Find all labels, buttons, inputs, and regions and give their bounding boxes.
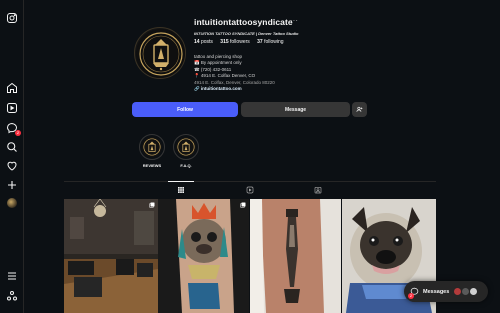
messages-label: Messages	[423, 288, 450, 295]
post-tile-studio-interior[interactable]	[64, 199, 158, 313]
post-tile-dog-tattoo-leg[interactable]	[158, 199, 249, 313]
message-avatar	[469, 287, 478, 296]
instagram-logo-icon[interactable]	[6, 12, 18, 24]
left-nav-rail: 2	[0, 0, 24, 313]
meta-apps-icon[interactable]	[6, 290, 18, 302]
profile-username: intuitiontattoosyndicate	[194, 17, 293, 27]
highlight-label: REVIEWS	[142, 163, 162, 168]
highlight-faq-cover	[173, 134, 199, 160]
direct-messages-icon[interactable]: 2	[6, 122, 21, 136]
carousel-icon	[149, 202, 155, 208]
tab-tagged-icon[interactable]	[314, 186, 322, 194]
post-tile-forearm-figure-tattoo[interactable]	[250, 199, 341, 313]
messages-badge: 2	[408, 293, 414, 299]
profile-bio: tattoo and piercing shop 📅 By appointmen…	[194, 54, 275, 92]
profile-display-name: INTUITION TATTOO SYNDICATE | Denver Tatt…	[194, 31, 299, 36]
heart-icon[interactable]	[6, 160, 18, 172]
tabs-divider	[64, 181, 436, 182]
carousel-icon	[240, 202, 246, 208]
add-person-icon	[356, 106, 363, 112]
following-stat[interactable]: 37 following	[257, 39, 283, 45]
suggested-accounts-button[interactable]	[352, 102, 367, 117]
tab-reels-icon[interactable]	[246, 186, 254, 194]
messenger-icon: 2	[408, 287, 419, 299]
direct-messages-badge: 2	[15, 130, 21, 136]
highlight-reviews[interactable]: REVIEWS	[138, 134, 166, 168]
create-plus-icon[interactable]	[6, 179, 18, 191]
profile-avatar-icon[interactable]	[7, 198, 17, 208]
home-icon[interactable]	[6, 82, 18, 94]
search-icon[interactable]	[6, 141, 18, 153]
profile-picture[interactable]	[134, 27, 186, 79]
highlight-faq[interactable]: F.A.Q.	[172, 134, 200, 168]
messages-pill[interactable]: 2 Messages	[404, 281, 488, 302]
profile-website-link[interactable]: 🔗 intuitiontattoo.com	[194, 86, 275, 92]
follow-button[interactable]: Follow	[132, 102, 238, 117]
profile-stats: 14 posts 315 followers 37 following	[194, 39, 290, 45]
reels-icon[interactable]	[6, 102, 18, 114]
highlight-reviews-cover	[139, 134, 165, 160]
message-button[interactable]: Message	[241, 102, 350, 117]
highlight-label: F.A.Q.	[180, 163, 192, 168]
menu-hamburger-icon[interactable]	[6, 270, 18, 282]
tab-posts-grid-icon[interactable]	[177, 186, 185, 194]
active-tab-indicator	[168, 181, 194, 182]
posts-stat: 14 posts	[194, 39, 213, 45]
more-options-button[interactable]: ···	[290, 16, 298, 25]
followers-stat[interactable]: 315 followers	[220, 39, 249, 45]
